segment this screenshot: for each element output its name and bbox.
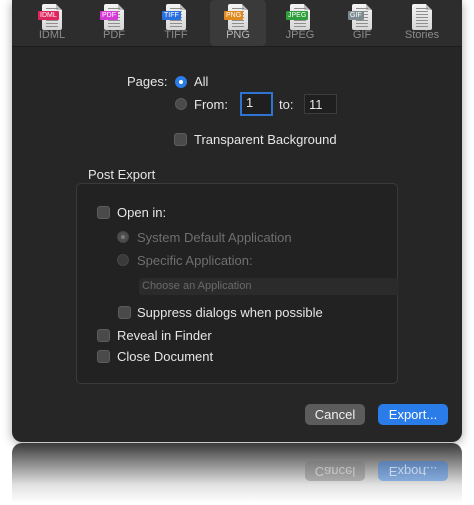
format-idml-button[interactable]: IDML IDML <box>24 0 80 46</box>
cancel-button[interactable]: Cancel <box>305 404 365 425</box>
format-pdf-label: PDF <box>103 29 125 41</box>
png-file-icon: PNG <box>224 4 248 30</box>
format-idml-label: IDML <box>38 29 66 41</box>
pages-to-label: to: <box>279 97 294 112</box>
dialog-reflection: Cancel Export... <box>12 443 462 505</box>
pages-label: Pages: <box>127 74 168 89</box>
gif-file-tag: GIF <box>348 11 364 20</box>
page-to-field[interactable]: 11 <box>304 94 337 114</box>
open-in-label[interactable]: Open in: <box>117 205 166 220</box>
format-tiff-button[interactable]: TIFF TIFF <box>148 0 204 46</box>
format-toolbar: IDML IDML PDF PDF TIFF TIFF PNG PNG JPEG… <box>12 0 462 47</box>
format-png-label: PNG <box>226 29 250 41</box>
format-gif-button[interactable]: GIF GIF <box>334 0 390 46</box>
format-pdf-button[interactable]: PDF PDF <box>86 0 142 46</box>
close-document-checkbox[interactable] <box>97 350 110 363</box>
specific-app-radio[interactable] <box>117 254 129 266</box>
format-stories-button[interactable]: Stories <box>394 0 450 46</box>
open-in-checkbox[interactable] <box>97 206 110 219</box>
system-default-app-radio[interactable] <box>117 231 129 243</box>
format-jpeg-label: JPEG <box>285 29 315 41</box>
pdf-file-icon: PDF <box>100 4 124 30</box>
transparent-background-label[interactable]: Transparent Background <box>194 132 337 147</box>
tiff-file-tag: TIFF <box>162 11 181 20</box>
export-dialog: IDML IDML PDF PDF TIFF TIFF PNG PNG JPEG… <box>12 0 462 442</box>
pdf-file-tag: PDF <box>100 11 118 20</box>
pages-range-radio[interactable] <box>175 98 187 110</box>
format-gif-label: GIF <box>352 29 372 41</box>
export-button-reflection: Export... <box>378 461 448 481</box>
reveal-in-finder-label[interactable]: Reveal in Finder <box>117 328 212 343</box>
jpeg-file-tag: JPEG <box>286 11 309 20</box>
pages-all-label[interactable]: All <box>194 74 208 89</box>
post-export-title: Post Export <box>88 167 156 182</box>
system-default-app-label: System Default Application <box>137 230 292 245</box>
page-from-field[interactable]: 1 <box>240 92 273 116</box>
format-png-button[interactable]: PNG PNG <box>210 0 266 46</box>
suppress-dialogs-label[interactable]: Suppress dialogs when possible <box>137 305 323 320</box>
stories-document-icon <box>412 4 432 30</box>
reveal-in-finder-checkbox[interactable] <box>97 329 110 342</box>
idml-file-tag: IDML <box>38 11 59 20</box>
choose-application-field[interactable]: Choose an Application <box>139 278 399 295</box>
format-stories-label: Stories <box>404 29 440 41</box>
cancel-button-reflection: Cancel <box>305 461 365 481</box>
format-tiff-label: TIFF <box>164 29 188 41</box>
pages-all-radio[interactable] <box>175 76 187 88</box>
tiff-file-icon: TIFF <box>162 4 186 30</box>
pages-from-label: From: <box>194 97 228 112</box>
suppress-dialogs-checkbox[interactable] <box>118 306 131 319</box>
idml-file-icon: IDML <box>38 4 62 30</box>
format-jpeg-button[interactable]: JPEG JPEG <box>272 0 328 46</box>
gif-file-icon: GIF <box>348 4 372 30</box>
png-file-tag: PNG <box>224 11 244 20</box>
jpeg-file-icon: JPEG <box>286 4 310 30</box>
transparent-background-checkbox[interactable] <box>174 133 187 146</box>
close-document-label[interactable]: Close Document <box>117 349 213 364</box>
specific-app-label: Specific Application: <box>137 253 253 268</box>
export-button[interactable]: Export... <box>378 404 448 425</box>
